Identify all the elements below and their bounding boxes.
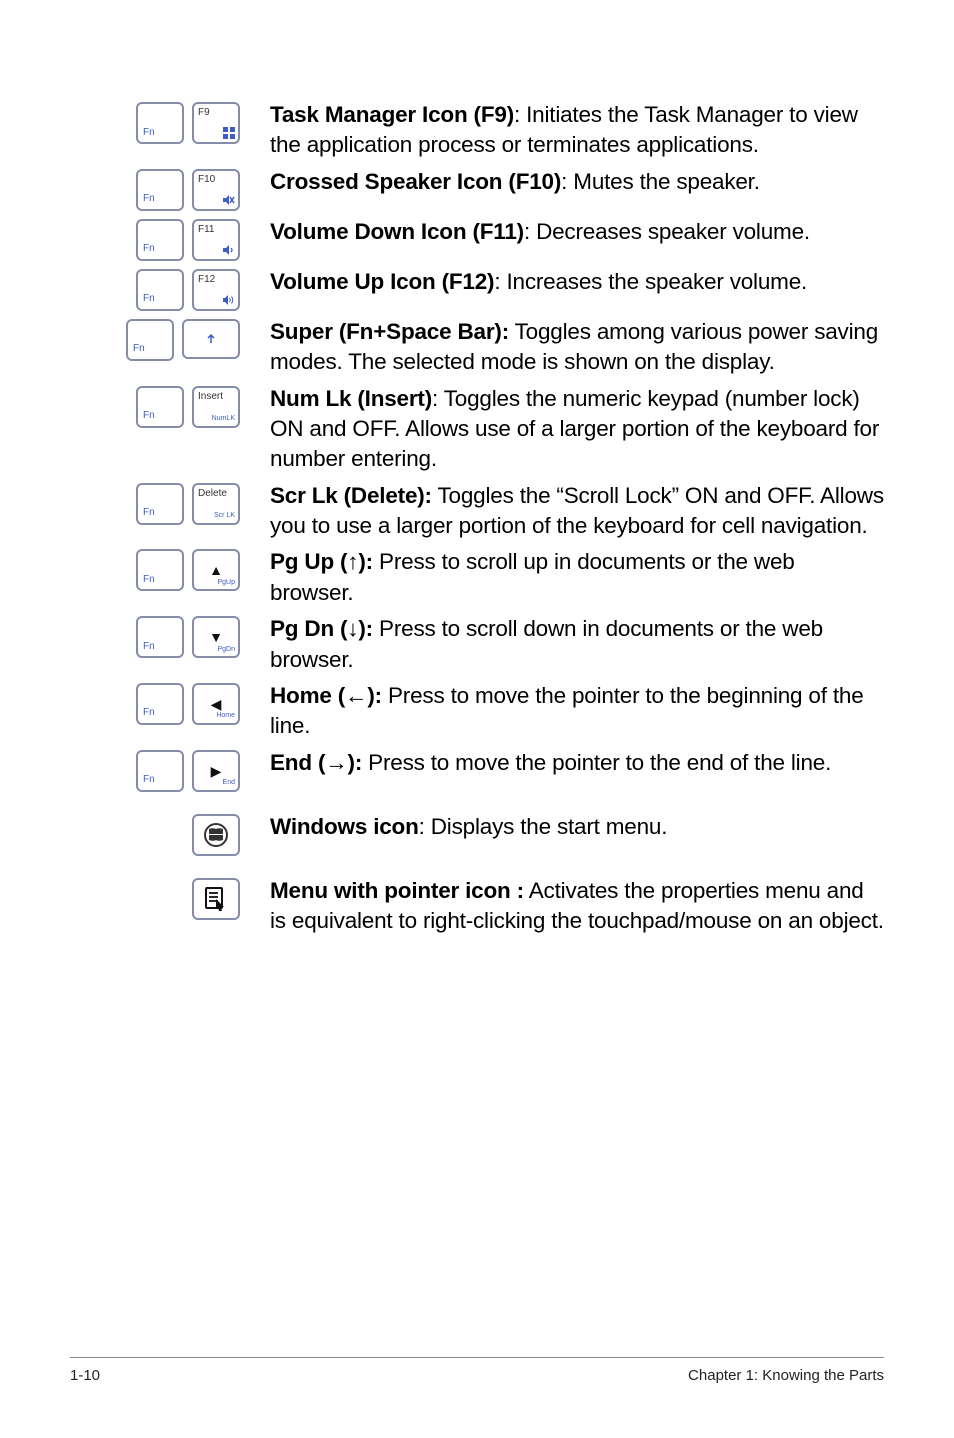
function-key-icon: F10 [192, 169, 240, 211]
item-title: Super (Fn+Space Bar): [270, 319, 509, 344]
windows-key-icon [192, 814, 240, 856]
menu-key-icon [192, 878, 240, 920]
list-item: FnDeleteScr LKScr Lk (Delete): Toggles t… [100, 481, 884, 542]
item-title: Pg Up (↑): [270, 549, 373, 574]
item-description: Num Lk (Insert): Toggles the numeric key… [270, 384, 884, 475]
item-text: : Increases the speaker volume. [494, 269, 807, 294]
item-text: : Decreases speaker volume. [524, 219, 810, 244]
page-content: FnF9Task Manager Icon (F9): Initiates th… [0, 0, 954, 936]
page-number: 1-10 [70, 1366, 100, 1386]
key-combo: FnInsertNumLK [100, 384, 270, 428]
function-key-icon: DeleteScr LK [192, 483, 240, 525]
key-combo: Fn▼PgDn [100, 614, 270, 658]
key-combo: Fn▲PgUp [100, 547, 270, 591]
key-combo: FnF10 [100, 167, 270, 211]
fn-key-icon: Fn [136, 483, 184, 525]
fn-key-icon: Fn [136, 102, 184, 144]
list-item: FnF9Task Manager Icon (F9): Initiates th… [100, 100, 884, 161]
function-key-icon: F12 [192, 269, 240, 311]
key-combo: FnF12 [100, 267, 270, 311]
list-item: FnF11Volume Down Icon (F11): Decreases s… [100, 217, 884, 261]
item-title: Num Lk (Insert) [270, 386, 432, 411]
item-title: Crossed Speaker Icon (F10) [270, 169, 561, 194]
list-item: FnF12Volume Up Icon (F12): Increases the… [100, 267, 884, 311]
item-description: Pg Dn (↓): Press to scroll down in docum… [270, 614, 884, 675]
item-description: Crossed Speaker Icon (F10): Mutes the sp… [270, 167, 884, 197]
item-description: Home (←): Press to move the pointer to t… [270, 681, 884, 742]
list-item: Windows icon: Displays the start menu. [100, 812, 884, 856]
space-key-icon [182, 319, 240, 359]
list-item: FnF10Crossed Speaker Icon (F10): Mutes t… [100, 167, 884, 211]
list-item: Menu with pointer icon : Activates the p… [100, 876, 884, 937]
item-description: End (→): Press to move the pointer to th… [270, 748, 884, 778]
item-description: Task Manager Icon (F9): Initiates the Ta… [270, 100, 884, 161]
item-title: End (→): [270, 750, 362, 775]
fn-key-icon: Fn [136, 750, 184, 792]
list-item: Fn Super (Fn+Space Bar): Toggles among va… [100, 317, 884, 378]
fn-key-icon: Fn [136, 683, 184, 725]
item-text: Press to move the pointer to the end of … [362, 750, 831, 775]
fn-key-icon: Fn [136, 549, 184, 591]
key-combo: Fn◀Home [100, 681, 270, 725]
key-combo: Fn [100, 317, 270, 361]
item-title: Menu with pointer icon : [270, 878, 524, 903]
item-title: Task Manager Icon (F9) [270, 102, 514, 127]
fn-key-icon: Fn [136, 169, 184, 211]
arrow-key-icon: ◀Home [192, 683, 240, 725]
item-description: Super (Fn+Space Bar): Toggles among vari… [270, 317, 884, 378]
arrow-key-icon: ▲PgUp [192, 549, 240, 591]
fn-key-icon: Fn [136, 616, 184, 658]
key-combo: FnF9 [100, 100, 270, 144]
item-description: Pg Up (↑): Press to scroll up in documen… [270, 547, 884, 608]
function-key-icon: F9 [192, 102, 240, 144]
key-combo: Fn▶End [100, 748, 270, 792]
list-item: Fn▲PgUpPg Up (↑): Press to scroll up in … [100, 547, 884, 608]
key-combo [100, 812, 270, 856]
page-footer: 1-10 Chapter 1: Knowing the Parts [70, 1357, 884, 1386]
key-combo: FnDeleteScr LK [100, 481, 270, 525]
fn-key-icon: Fn [136, 269, 184, 311]
arrow-key-icon: ▶End [192, 750, 240, 792]
item-title: Pg Dn (↓): [270, 616, 373, 641]
item-text: : Displays the start menu. [419, 814, 668, 839]
item-text: : Mutes the speaker. [561, 169, 760, 194]
function-key-icon: InsertNumLK [192, 386, 240, 428]
list-item: Fn◀HomeHome (←): Press to move the point… [100, 681, 884, 742]
list-item: Fn▼PgDnPg Dn (↓): Press to scroll down i… [100, 614, 884, 675]
list-item: Fn▶EndEnd (→): Press to move the pointer… [100, 748, 884, 792]
item-title: Scr Lk (Delete): [270, 483, 432, 508]
arrow-key-icon: ▼PgDn [192, 616, 240, 658]
item-description: Volume Down Icon (F11): Decreases speake… [270, 217, 884, 247]
list-item: FnInsertNumLKNum Lk (Insert): Toggles th… [100, 384, 884, 475]
item-title: Home (←): [270, 683, 382, 708]
item-description: Volume Up Icon (F12): Increases the spea… [270, 267, 884, 297]
item-description: Scr Lk (Delete): Toggles the “Scroll Loc… [270, 481, 884, 542]
key-combo: FnF11 [100, 217, 270, 261]
item-title: Volume Up Icon (F12) [270, 269, 494, 294]
item-title: Windows icon [270, 814, 419, 839]
fn-key-icon: Fn [136, 386, 184, 428]
item-description: Menu with pointer icon : Activates the p… [270, 876, 884, 937]
item-description: Windows icon: Displays the start menu. [270, 812, 884, 842]
fn-key-icon: Fn [126, 319, 174, 361]
fn-key-icon: Fn [136, 219, 184, 261]
key-combo [100, 876, 270, 920]
item-title: Volume Down Icon (F11) [270, 219, 524, 244]
chapter-title: Chapter 1: Knowing the Parts [688, 1366, 884, 1386]
function-key-icon: F11 [192, 219, 240, 261]
